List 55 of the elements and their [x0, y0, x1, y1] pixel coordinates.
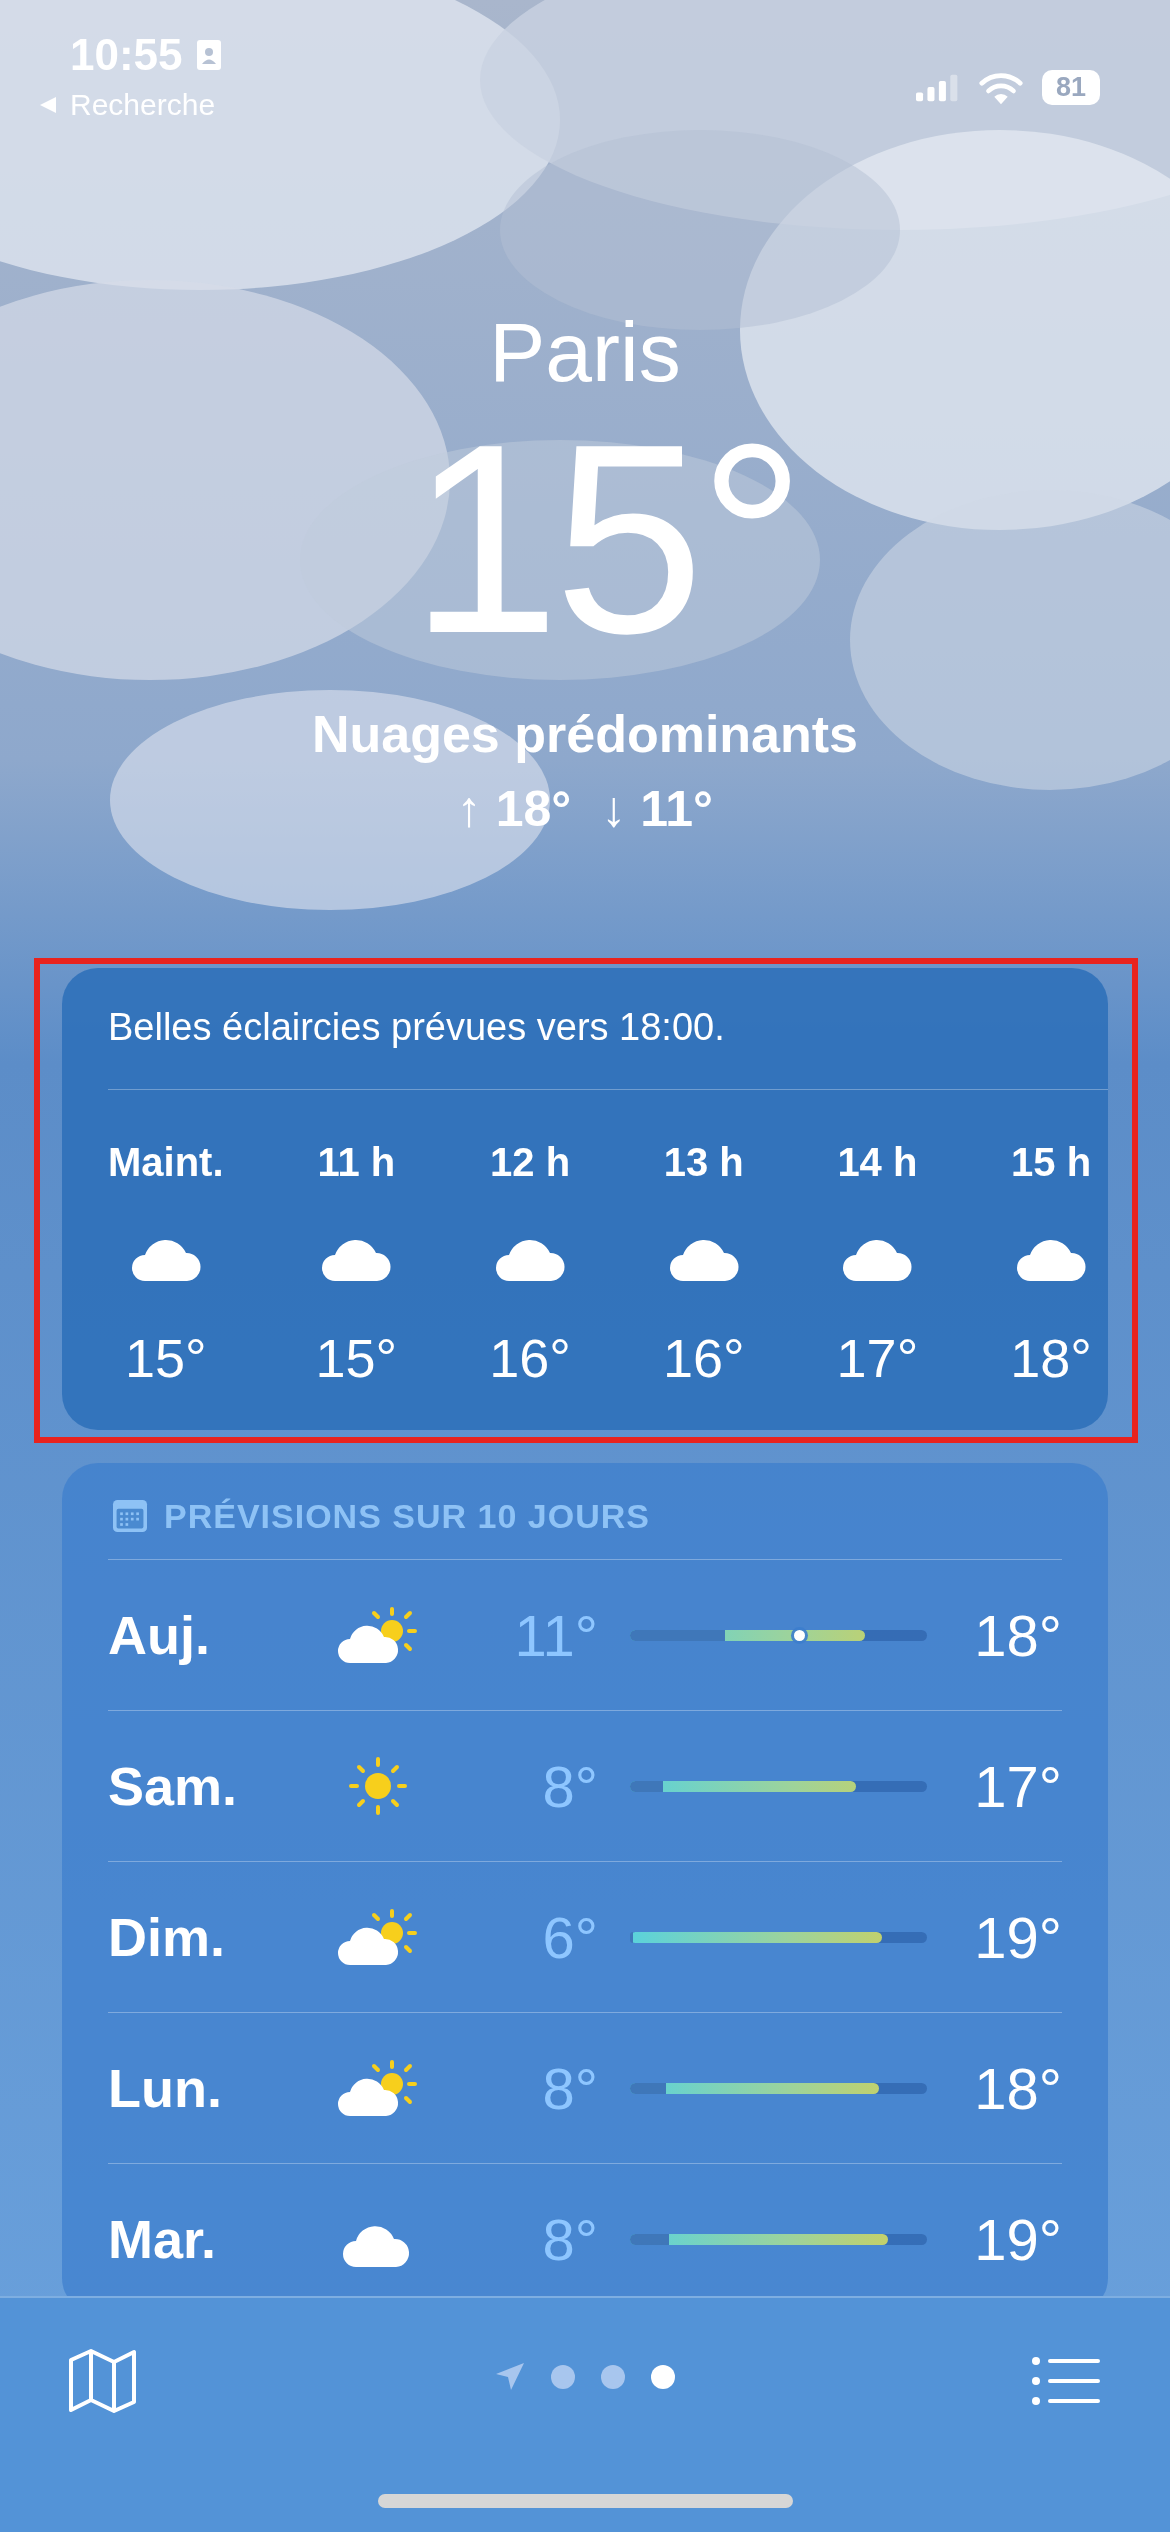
hour-temperature: 15°: [315, 1327, 398, 1389]
high-temperature: 19°: [973, 1903, 1062, 1971]
high-temperature: ↑ 18°: [456, 780, 572, 838]
high-temperature: 18°: [973, 2054, 1062, 2122]
day-label: Sam.: [108, 1755, 239, 1817]
day-label: Dim.: [108, 1906, 227, 1968]
hour-label: 14 h: [837, 1140, 918, 1185]
low-temperature: 8°: [541, 2205, 598, 2273]
hour-label: Maint.: [108, 1140, 224, 1185]
high-temperature: 17°: [973, 1752, 1062, 1820]
high-temperature: 18°: [973, 1601, 1062, 1669]
weather-condition: Nuages prédominants: [311, 704, 859, 764]
page-dot[interactable]: [601, 2365, 625, 2389]
back-arrow-icon[interactable]: [38, 95, 58, 115]
high-temperature: 19°: [973, 2205, 1062, 2273]
signal-icon: [915, 73, 960, 102]
current-temperature: 15°: [408, 404, 801, 674]
calendar-icon: [112, 1499, 148, 1533]
day-label: Lun.: [108, 2057, 223, 2119]
hour-label: 12 h: [490, 1140, 571, 1185]
low-temperature: 8°: [541, 1752, 598, 1820]
wifi-icon: [977, 70, 1024, 105]
list-icon[interactable]: [1032, 2356, 1102, 2406]
hour-label: 11 h: [317, 1140, 396, 1185]
hour-temperature: 15°: [124, 1327, 207, 1389]
hour-label: 13 h: [663, 1140, 744, 1185]
day-label: Mar.: [108, 2208, 218, 2270]
hour-label: 15 h: [1011, 1140, 1092, 1185]
city-name: Paris: [489, 310, 681, 394]
map-icon[interactable]: [68, 2348, 138, 2414]
cloud-icon: [321, 1237, 392, 1281]
partly-sunny-icon: [336, 1907, 420, 1967]
location-arrow-icon[interactable]: [495, 2362, 525, 2392]
forecast-summary: Belles éclaircies prévues vers 18:00.: [108, 1006, 726, 1049]
cloud-icon: [842, 1237, 913, 1281]
day-label: Auj.: [108, 1604, 211, 1666]
hour-temperature: 16°: [489, 1327, 571, 1389]
low-temperature: ↓ 11°: [601, 780, 714, 838]
hour-temperature: 16°: [662, 1327, 745, 1389]
hour-temperature: 18°: [1010, 1327, 1092, 1389]
page-dot[interactable]: [651, 2365, 675, 2389]
cloud-icon: [130, 1237, 201, 1281]
cloud-icon: [668, 1237, 739, 1281]
partly-sunny-icon: [336, 1605, 420, 1665]
cloud-icon: [1016, 1237, 1087, 1281]
low-temperature: 8°: [541, 2054, 598, 2122]
low-temperature: 11°: [513, 1601, 598, 1669]
section-title: PRÉVISIONS SUR 10 JOURS: [164, 1496, 650, 1536]
partly-sunny-icon: [336, 2058, 420, 2118]
low-temperature: 6°: [541, 1903, 598, 1971]
page-dot[interactable]: [551, 2365, 575, 2389]
battery-indicator: 81: [1041, 70, 1100, 105]
cloud-icon: [495, 1237, 566, 1281]
contact-card-icon: [196, 40, 221, 70]
hour-temperature: 17°: [836, 1327, 919, 1389]
